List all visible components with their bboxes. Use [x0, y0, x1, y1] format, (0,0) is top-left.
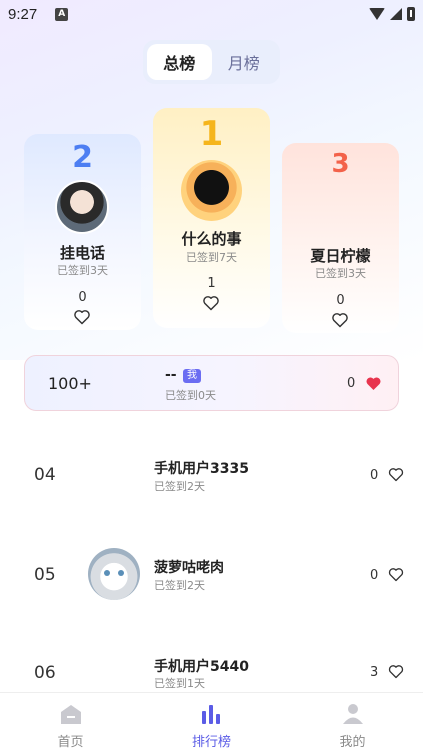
- status-indicators: [369, 7, 415, 21]
- user-name: 什么的事: [181, 230, 242, 248]
- wifi-icon: [369, 8, 385, 20]
- rank-number: 2: [72, 140, 93, 175]
- nav-label: 我的: [339, 735, 366, 750]
- heart-icon[interactable]: [202, 295, 220, 311]
- row-checkin-days: 已签到2天: [154, 579, 205, 592]
- avatar[interactable]: [88, 548, 140, 600]
- heart-icon[interactable]: [73, 309, 91, 325]
- row-name: 手机用户5440: [154, 659, 249, 675]
- nav-home[interactable]: 首页: [0, 693, 141, 752]
- list-item[interactable]: 04 手机用户3335 已签到2天 0: [0, 445, 423, 505]
- status-bar: 9:27 A: [0, 0, 423, 28]
- profile-icon: [341, 703, 365, 729]
- avatar[interactable]: [55, 180, 109, 234]
- heart-icon[interactable]: [331, 312, 349, 328]
- user-name: 夏日柠檬: [310, 247, 371, 265]
- notification-icon: A: [55, 7, 69, 21]
- nav-ranking[interactable]: 排行榜: [141, 693, 282, 752]
- row-rank: 05: [34, 565, 56, 585]
- bottom-nav: 首页 排行榜 我的: [0, 692, 423, 752]
- me-badge: 我: [183, 369, 201, 383]
- like-count: 0: [336, 293, 345, 308]
- list-item[interactable]: 05 菠萝咕咾肉 已签到2天 0: [0, 545, 423, 605]
- row-name: 菠萝咕咾肉: [154, 560, 224, 576]
- battery-icon: [407, 7, 415, 21]
- tab-monthly[interactable]: 月榜: [212, 44, 277, 80]
- status-time: 9:27: [8, 5, 38, 23]
- my-rank-number: 100+: [48, 374, 92, 393]
- row-checkin-days: 已签到1天: [154, 677, 205, 690]
- heart-icon[interactable]: [388, 664, 404, 679]
- rank-number: 3: [331, 149, 350, 179]
- podium-card-1[interactable]: 1 什么的事 已签到7天 1: [153, 108, 270, 328]
- home-icon: [59, 703, 83, 729]
- ranking-icon: [200, 703, 224, 729]
- my-like-count: 0: [347, 376, 356, 391]
- checkin-days: 已签到3天: [57, 264, 108, 277]
- podium-card-2[interactable]: 2 挂电话 已签到3天 0: [24, 134, 141, 330]
- row-rank: 06: [34, 663, 56, 683]
- ranking-tab-switch: 总榜 月榜: [143, 40, 280, 84]
- avatar-eye: [118, 570, 124, 576]
- like-count: 0: [78, 290, 87, 305]
- heart-icon[interactable]: [388, 467, 404, 482]
- my-rank-row[interactable]: 100+ -- 我 已签到0天 0: [24, 355, 399, 411]
- like-count: 1: [207, 276, 216, 291]
- row-like-count: 3: [370, 665, 379, 680]
- checkin-days: 已签到7天: [186, 251, 237, 264]
- nav-label: 排行榜: [191, 735, 231, 750]
- nav-label: 首页: [57, 735, 84, 750]
- my-checkin-days: 已签到0天: [165, 389, 216, 402]
- nav-profile[interactable]: 我的: [282, 693, 423, 752]
- checkin-days: 已签到3天: [315, 267, 366, 280]
- row-checkin-days: 已签到2天: [154, 480, 205, 493]
- row-like-count: 0: [370, 568, 379, 583]
- my-name: --: [165, 367, 177, 383]
- user-name: 挂电话: [59, 244, 105, 262]
- avatar-eye: [104, 570, 110, 576]
- podium-card-3[interactable]: 3 夏日柠檬 已签到3天 0: [282, 143, 399, 333]
- tab-total[interactable]: 总榜: [147, 44, 212, 80]
- rank-number: 1: [199, 114, 224, 154]
- signal-icon: [390, 8, 402, 20]
- row-rank: 04: [34, 465, 56, 485]
- avatar[interactable]: [181, 160, 242, 221]
- row-like-count: 0: [370, 468, 379, 483]
- row-name: 手机用户3335: [154, 461, 249, 477]
- heart-filled-icon[interactable]: [365, 376, 382, 391]
- heart-icon[interactable]: [388, 567, 404, 582]
